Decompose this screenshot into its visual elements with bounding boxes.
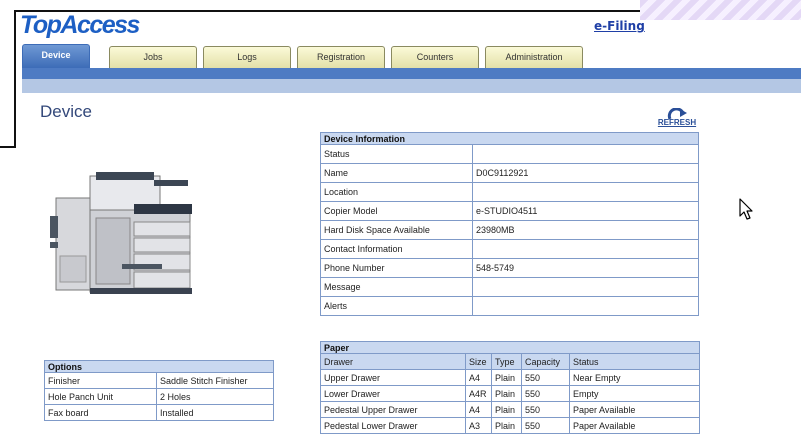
tab-jobs[interactable]: Jobs (109, 46, 197, 68)
drawer-cell: Pedestal Lower Drawer (320, 417, 466, 434)
row-label: Status (320, 144, 473, 164)
column-header-drawer: Drawer (320, 353, 466, 370)
type-cell: Plain (491, 369, 522, 386)
table-row: Finisher Saddle Stitch Finisher (44, 372, 274, 389)
row-value: 548-5749 (472, 258, 699, 278)
row-label: Copier Model (320, 201, 473, 221)
table-row: Name D0C9112921 (320, 163, 699, 183)
capacity-cell: 550 (521, 385, 570, 402)
status-cell: Paper Available (569, 401, 700, 418)
option-value: 2 Holes (156, 388, 274, 405)
tab-logs[interactable]: Logs (203, 46, 291, 68)
tab-administration[interactable]: Administration (485, 46, 583, 68)
option-label: Hole Panch Unit (44, 388, 157, 405)
drawer-cell: Lower Drawer (320, 385, 466, 402)
efiling-link[interactable]: e-Filing (594, 19, 645, 33)
column-header-capacity: Capacity (521, 353, 570, 370)
capacity-cell: 550 (521, 401, 570, 418)
window-frame-notch (0, 146, 16, 148)
table-row: Status (320, 144, 699, 164)
topaccess-logo: TopAccess (20, 11, 140, 39)
status-cell: Near Empty (569, 369, 700, 386)
table-row: Pedestal Lower Drawer A3 Plain 550 Paper… (320, 417, 700, 434)
column-header-size: Size (465, 353, 492, 370)
table-row: Upper Drawer A4 Plain 550 Near Empty (320, 369, 700, 386)
tab-counters[interactable]: Counters (391, 46, 479, 68)
row-label: Name (320, 163, 473, 183)
option-label: Fax board (44, 404, 157, 421)
nav-bar (22, 68, 801, 79)
options-header: Options (44, 360, 274, 373)
size-cell: A4 (465, 401, 492, 418)
tab-registration[interactable]: Registration (297, 46, 385, 68)
row-value: D0C9112921 (472, 163, 699, 183)
table-row: Pedestal Upper Drawer A4 Plain 550 Paper… (320, 401, 700, 418)
table-row: Alerts (320, 296, 699, 316)
refresh-label: REFRESH (657, 118, 697, 127)
row-label: Phone Number (320, 258, 473, 278)
copier-image (50, 172, 192, 294)
row-value (472, 277, 699, 297)
device-information-table: Device Information Status Name D0C9112921… (320, 132, 699, 316)
row-label: Location (320, 182, 473, 202)
window-frame-left (14, 10, 16, 148)
drawer-cell: Upper Drawer (320, 369, 466, 386)
row-value: e-STUDIO4511 (472, 201, 699, 221)
type-cell: Plain (491, 385, 522, 402)
table-row: Location (320, 182, 699, 202)
paper-header: Paper (320, 341, 700, 354)
refresh-button[interactable]: REFRESH (654, 108, 700, 127)
row-value (472, 144, 699, 164)
capacity-cell: 550 (521, 369, 570, 386)
column-header-status: Status (569, 353, 700, 370)
device-information-header: Device Information (320, 132, 699, 145)
paper-table: Paper Drawer Size Type Capacity Status U… (320, 341, 700, 434)
table-row: Contact Information (320, 239, 699, 259)
options-table: Options Finisher Saddle Stitch Finisher H… (44, 360, 274, 421)
row-value: 23980MB (472, 220, 699, 240)
status-cell: Empty (569, 385, 700, 402)
paper-column-headers: Drawer Size Type Capacity Status (320, 353, 700, 370)
row-label: Contact Information (320, 239, 473, 259)
table-row: Fax board Installed (44, 404, 274, 421)
type-cell: Plain (491, 417, 522, 434)
table-row: Hole Panch Unit 2 Holes (44, 388, 274, 405)
status-cell: Paper Available (569, 417, 700, 434)
drawer-cell: Pedestal Upper Drawer (320, 401, 466, 418)
size-cell: A3 (465, 417, 492, 434)
subnav-bar (22, 79, 801, 93)
row-value (472, 239, 699, 259)
table-row: Message (320, 277, 699, 297)
header-decoration (640, 0, 801, 20)
option-value: Installed (156, 404, 274, 421)
type-cell: Plain (491, 401, 522, 418)
row-value (472, 182, 699, 202)
column-header-type: Type (491, 353, 522, 370)
table-row: Phone Number 548-5749 (320, 258, 699, 278)
row-label: Hard Disk Space Available (320, 220, 473, 240)
table-row: Lower Drawer A4R Plain 550 Empty (320, 385, 700, 402)
size-cell: A4 (465, 369, 492, 386)
option-value: Saddle Stitch Finisher (156, 372, 274, 389)
option-label: Finisher (44, 372, 157, 389)
size-cell: A4R (465, 385, 492, 402)
tab-device[interactable]: Device (22, 44, 90, 68)
row-label: Message (320, 277, 473, 297)
table-row: Copier Model e-STUDIO4511 (320, 201, 699, 221)
row-value (472, 296, 699, 316)
capacity-cell: 550 (521, 417, 570, 434)
mouse-pointer-icon (739, 198, 753, 220)
table-row: Hard Disk Space Available 23980MB (320, 220, 699, 240)
page-title: Device (40, 102, 92, 121)
row-label: Alerts (320, 296, 473, 316)
